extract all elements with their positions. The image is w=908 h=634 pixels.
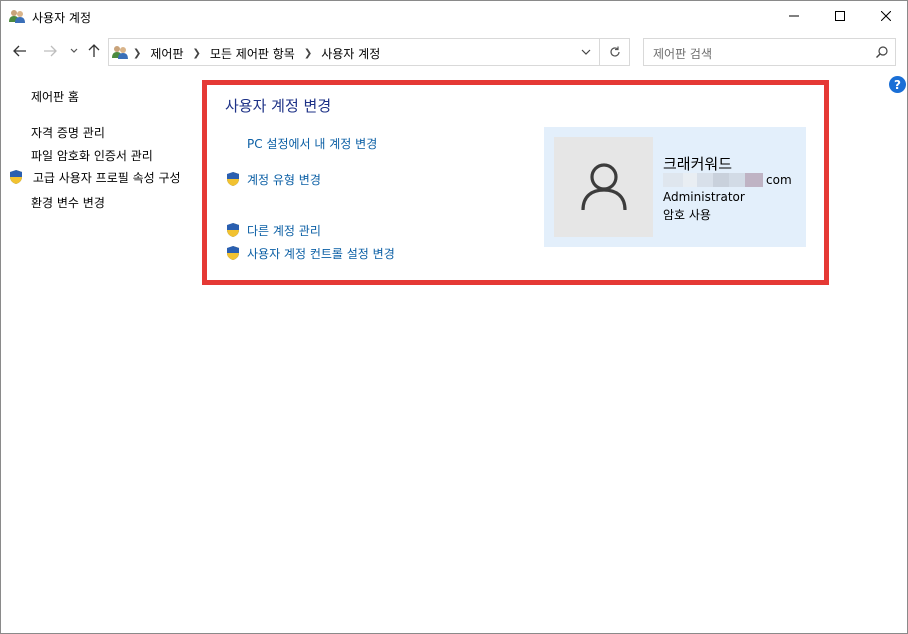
- nav-advanced-profile-properties[interactable]: 고급 사용자 프로필 속성 구성: [8, 169, 181, 186]
- redacted-block: [729, 173, 745, 187]
- maximize-icon: [835, 11, 845, 21]
- link-change-account-type-label: 계정 유형 변경: [247, 173, 321, 187]
- address-dropdown-button[interactable]: [573, 39, 599, 65]
- nav-file-encryption-certificates[interactable]: 파일 암호화 인증서 관리: [31, 147, 153, 164]
- maximize-button[interactable]: [817, 1, 863, 31]
- nav-environment-variables[interactable]: 환경 변수 변경: [31, 194, 105, 211]
- nav-advanced-profile-label: 고급 사용자 프로필 속성 구성: [32, 171, 181, 185]
- redacted-block: [683, 173, 697, 187]
- redacted-block: [663, 173, 683, 187]
- control-panel-window: 사용자 계정 ❯ 제어판 ❯ 모든 제어판 항목 ❯ 사용자 계정 제어판 검색…: [0, 0, 908, 634]
- recent-locations-button[interactable]: [67, 39, 81, 63]
- user-accounts-icon: [9, 10, 25, 23]
- password-status-label: 암호 사용: [663, 208, 711, 222]
- breadcrumb: ❯ 제어판 ❯ 모든 제어판 항목 ❯ 사용자 계정: [133, 45, 380, 62]
- link-change-uac-settings[interactable]: 사용자 계정 컨트롤 설정 변경: [225, 245, 395, 262]
- breadcrumb-user-accounts[interactable]: 사용자 계정: [321, 45, 380, 62]
- uac-shield-icon: [227, 172, 239, 186]
- user-account-panel: 크래커워드 com Administrator 암호 사용: [544, 127, 806, 247]
- search-input[interactable]: 제어판 검색: [653, 45, 712, 62]
- navigation-bar: ❯ 제어판 ❯ 모든 제어판 항목 ❯ 사용자 계정 제어판 검색: [1, 35, 907, 67]
- back-button[interactable]: [9, 39, 31, 63]
- nav-credential-manager[interactable]: 자격 증명 관리: [31, 124, 105, 141]
- arrow-up-icon: [88, 44, 100, 57]
- chevron-down-icon: [70, 48, 78, 53]
- help-button[interactable]: ?: [889, 76, 906, 93]
- window-title: 사용자 계정: [32, 11, 92, 25]
- address-bar[interactable]: ❯ 제어판 ❯ 모든 제어판 항목 ❯ 사용자 계정: [108, 38, 630, 66]
- breadcrumb-control-panel[interactable]: 제어판: [150, 45, 183, 62]
- search-icon: [876, 46, 888, 58]
- title-bar: 사용자 계정: [1, 1, 907, 32]
- chevron-down-icon: [581, 49, 591, 55]
- arrow-right-icon: [44, 45, 57, 57]
- breadcrumb-separator-icon: ❯: [133, 48, 142, 59]
- minimize-button[interactable]: [771, 1, 817, 31]
- uac-shield-icon: [227, 223, 239, 237]
- breadcrumb-all-items[interactable]: 모든 제어판 항목: [210, 45, 295, 62]
- avatar: [554, 137, 653, 237]
- breadcrumb-separator-icon[interactable]: ❯: [193, 48, 201, 59]
- up-button[interactable]: [85, 39, 103, 63]
- link-change-uac-settings-label: 사용자 계정 컨트롤 설정 변경: [247, 247, 395, 261]
- redacted-block: [713, 173, 729, 187]
- link-manage-another-account[interactable]: 다른 계정 관리: [225, 222, 321, 239]
- breadcrumb-separator-icon[interactable]: ❯: [304, 48, 312, 59]
- link-change-account-in-pc-settings[interactable]: PC 설정에서 내 계정 변경: [247, 135, 377, 152]
- user-icon: [580, 163, 627, 211]
- close-icon: [881, 11, 891, 21]
- redacted-block: [745, 173, 763, 187]
- forward-button[interactable]: [39, 39, 61, 63]
- uac-shield-icon: [10, 170, 22, 184]
- user-email-suffix: com: [766, 173, 792, 187]
- user-name: 크래커워드: [663, 155, 733, 173]
- account-type-label: Administrator: [663, 190, 745, 204]
- nav-control-panel-home[interactable]: 제어판 홈: [31, 88, 79, 105]
- refresh-button[interactable]: [599, 39, 629, 65]
- page-title: 사용자 계정 변경: [225, 97, 332, 115]
- arrow-left-icon: [13, 45, 26, 57]
- redacted-block: [697, 173, 713, 187]
- search-box[interactable]: 제어판 검색: [643, 38, 896, 66]
- user-accounts-icon: [112, 46, 128, 59]
- close-button[interactable]: [863, 1, 908, 31]
- minimize-icon: [789, 15, 799, 17]
- uac-shield-icon: [227, 246, 239, 260]
- refresh-icon: [609, 46, 620, 57]
- link-change-account-type[interactable]: 계정 유형 변경: [225, 171, 321, 188]
- user-email: com: [663, 172, 792, 188]
- link-manage-another-account-label: 다른 계정 관리: [247, 224, 321, 238]
